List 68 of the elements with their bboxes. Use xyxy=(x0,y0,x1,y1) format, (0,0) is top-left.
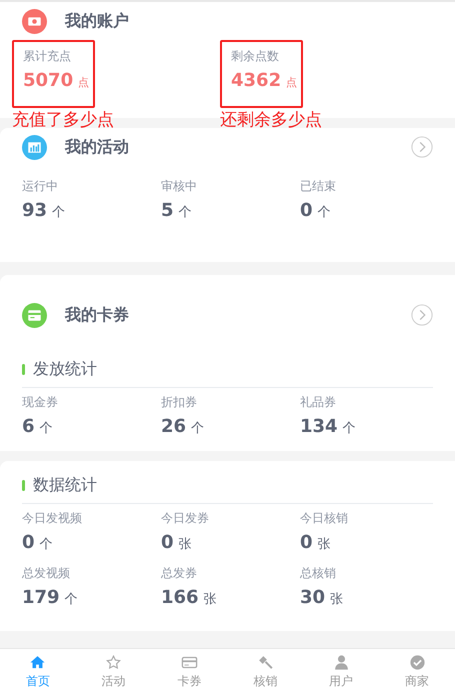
stat-label: 现金券 xyxy=(22,394,59,411)
stat-label: 累计充点 xyxy=(23,48,72,65)
stat-unit: 个 xyxy=(40,420,53,437)
stat-unit: 个 xyxy=(342,420,356,437)
stat-unit: 个 xyxy=(52,204,66,221)
user-icon xyxy=(332,654,350,671)
stat-label: 总发视频 xyxy=(22,565,71,582)
stat-unit: 个 xyxy=(318,204,331,221)
stat-label: 运行中 xyxy=(22,178,59,195)
stat-value: 4362 xyxy=(231,70,282,91)
stat-unit: 个 xyxy=(64,591,78,608)
chevron-right-icon[interactable] xyxy=(411,136,433,158)
stat-value: 134 xyxy=(300,416,338,437)
stat-value: 0 xyxy=(300,200,313,221)
stat-label: 今日发视频 xyxy=(22,510,83,527)
subsection-title: 数据统计 xyxy=(33,474,97,496)
stat-label: 折扣券 xyxy=(161,394,198,411)
stat-unit: 张 xyxy=(178,536,192,553)
tab-bar-item[interactable]: 首页 xyxy=(0,649,76,695)
check-circle-icon xyxy=(408,654,426,671)
accent-bar xyxy=(22,364,25,374)
stat-value: 5070 xyxy=(23,70,74,91)
stat-value: 179 xyxy=(22,587,60,608)
annotation-text: 充值了多少点 xyxy=(12,109,114,131)
stat-unit: 点 xyxy=(78,75,90,90)
stat-value: 0 xyxy=(300,532,313,553)
section-title: 我的卡券 xyxy=(65,304,130,326)
stat-value: 0 xyxy=(161,532,174,553)
accent-bar xyxy=(22,480,25,490)
chevron-right-icon[interactable] xyxy=(411,304,433,326)
stat-value: 0 xyxy=(22,532,35,553)
card-icon xyxy=(181,654,198,671)
stat-value: 26 xyxy=(161,416,186,437)
stat-unit: 张 xyxy=(204,591,217,608)
section-title: 我的账户 xyxy=(65,10,130,32)
stat-value: 6 xyxy=(22,416,35,437)
home-icon xyxy=(29,654,46,671)
stat-label: 今日发券 xyxy=(161,510,210,527)
stat-value: 93 xyxy=(22,200,48,221)
annotation-text: 还剩余多少点 xyxy=(220,109,322,131)
stat-label: 审核中 xyxy=(161,178,198,195)
stat-unit: 个 xyxy=(178,204,192,221)
tab-bar-item[interactable]: 活动 xyxy=(76,649,152,695)
stat-unit: 张 xyxy=(318,536,331,553)
stat-value: 166 xyxy=(161,587,199,608)
stat-value: 30 xyxy=(300,587,326,608)
tab-bar-item[interactable]: 卡券 xyxy=(152,649,228,695)
money-icon xyxy=(22,8,47,34)
stat-label: 今日核销 xyxy=(300,510,349,527)
stat-label: 总核销 xyxy=(300,565,337,582)
stat-unit: 个 xyxy=(40,536,53,553)
card-icon xyxy=(22,302,47,328)
stat-unit: 张 xyxy=(330,591,344,608)
section-title: 我的活动 xyxy=(65,136,130,158)
tab-bar-item[interactable]: 商家 xyxy=(379,649,455,695)
tab-bar-item[interactable]: 用户 xyxy=(303,649,380,695)
tab-bar-item[interactable]: 核销 xyxy=(227,649,304,695)
stat-label: 礼品券 xyxy=(300,394,337,411)
stat-label: 剩余点数 xyxy=(231,48,280,65)
stat-label: 总发券 xyxy=(161,565,198,582)
stat-label: 已结束 xyxy=(300,178,337,195)
chart-icon xyxy=(22,134,47,160)
stat-value: 5 xyxy=(161,200,174,221)
star-icon xyxy=(105,654,122,671)
hammer-icon xyxy=(256,654,274,671)
subsection-title: 发放统计 xyxy=(33,358,97,380)
stat-unit: 点 xyxy=(286,75,298,90)
stat-unit: 个 xyxy=(191,420,204,437)
